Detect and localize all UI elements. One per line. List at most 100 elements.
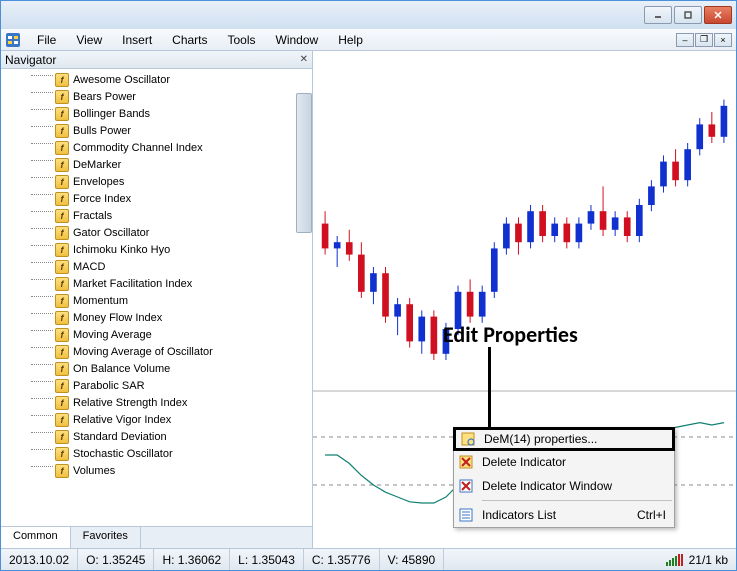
tree-item-label: Force Index bbox=[73, 193, 131, 205]
body: Navigator ✕ fAwesome OscillatorfBears Po… bbox=[1, 51, 736, 548]
status-connection: 21/1 kb bbox=[658, 549, 736, 570]
tree-item[interactable]: f Bulls Power bbox=[1, 122, 312, 139]
tree-item[interactable]: fParabolic SAR bbox=[1, 377, 312, 394]
chart-area[interactable]: Edit Properties DeM(14) properties... De… bbox=[313, 51, 736, 548]
indicator-icon: f bbox=[55, 430, 69, 444]
indicator-icon: f bbox=[55, 73, 69, 87]
tree-item-label: Fractals bbox=[73, 210, 112, 222]
indicator-icon: f bbox=[55, 294, 69, 308]
tree-item[interactable]: fCommodity Channel Index bbox=[1, 139, 312, 156]
navigator-title-text: Navigator bbox=[5, 53, 56, 67]
status-open: O: 1.35245 bbox=[78, 549, 154, 570]
indicator-icon: f bbox=[55, 175, 69, 189]
mdi-restore-button[interactable]: ❐ bbox=[695, 33, 713, 47]
tree-item[interactable]: f MACD bbox=[1, 258, 312, 275]
tree-item[interactable]: fDeMarker bbox=[1, 156, 312, 173]
navigator-close-icon[interactable]: ✕ bbox=[300, 54, 308, 65]
menu-insert[interactable]: Insert bbox=[112, 31, 162, 49]
menu-help[interactable]: Help bbox=[328, 31, 373, 49]
tree-item-label: Money Flow Index bbox=[73, 312, 162, 324]
tree-item[interactable]: fMoving Average bbox=[1, 326, 312, 343]
app-icon bbox=[3, 31, 23, 49]
indicator-icon: f bbox=[55, 141, 69, 155]
ctx-delete-indicator[interactable]: Delete Indicator bbox=[454, 450, 674, 474]
indicator-icon: f bbox=[55, 209, 69, 223]
tree-item-label: Bulls Power bbox=[73, 125, 131, 137]
indicator-icon: f bbox=[55, 362, 69, 376]
tree-item[interactable]: fOn Balance Volume bbox=[1, 360, 312, 377]
ctx-separator bbox=[482, 500, 672, 501]
context-menu: DeM(14) properties... Delete Indicator D… bbox=[453, 427, 675, 528]
ctx-delete-window-label: Delete Indicator Window bbox=[482, 479, 612, 493]
tree-item[interactable]: fVolumes bbox=[1, 462, 312, 479]
ctx-properties[interactable]: DeM(14) properties... bbox=[453, 427, 675, 451]
menu-view[interactable]: View bbox=[66, 31, 112, 49]
delete-window-icon bbox=[458, 478, 474, 494]
indicator-icon: f bbox=[55, 379, 69, 393]
tree-item[interactable]: fGator Oscillator bbox=[1, 224, 312, 241]
status-close: C: 1.35776 bbox=[304, 549, 380, 570]
tree-item[interactable]: f Momentum bbox=[1, 292, 312, 309]
tree-item[interactable]: f Envelopes bbox=[1, 173, 312, 190]
status-net: 21/1 kb bbox=[689, 553, 728, 567]
menu-file[interactable]: File bbox=[27, 31, 66, 49]
connection-bars-icon bbox=[666, 554, 683, 566]
ctx-delete-window[interactable]: Delete Indicator Window bbox=[454, 474, 674, 498]
mdi-minimize-button[interactable]: – bbox=[676, 33, 694, 47]
mdi-close-button[interactable]: × bbox=[714, 33, 732, 47]
tree-item-label: Gator Oscillator bbox=[73, 227, 149, 239]
tree-item[interactable]: fRelative Vigor Index bbox=[1, 411, 312, 428]
indicator-icon: f bbox=[55, 277, 69, 291]
indicator-icon: f bbox=[55, 243, 69, 257]
tree-item-label: Standard Deviation bbox=[73, 431, 167, 443]
indicator-icon: f bbox=[55, 464, 69, 478]
maximize-button[interactable] bbox=[674, 6, 702, 24]
tree-item-label: Moving Average bbox=[73, 329, 152, 341]
tree-item-label: Bears Power bbox=[73, 91, 136, 103]
properties-icon bbox=[460, 431, 476, 447]
tree-item[interactable]: f Standard Deviation bbox=[1, 428, 312, 445]
tree-item[interactable]: f Money Flow Index bbox=[1, 309, 312, 326]
tree-item[interactable]: fForce Index bbox=[1, 190, 312, 207]
indicator-icon: f bbox=[55, 124, 69, 138]
indicator-icon: f bbox=[55, 345, 69, 359]
menu-tools[interactable]: Tools bbox=[218, 31, 266, 49]
delete-indicator-icon bbox=[458, 454, 474, 470]
tree-item-label: Market Facilitation Index bbox=[73, 278, 192, 290]
tree-item[interactable]: f Ichimoku Kinko Hyo bbox=[1, 241, 312, 258]
tree-item[interactable]: fMoving Average of Oscillator bbox=[1, 343, 312, 360]
tree-item-label: Momentum bbox=[73, 295, 128, 307]
ctx-indicators-list[interactable]: Indicators List Ctrl+I bbox=[454, 503, 674, 527]
menubar: File View Insert Charts Tools Window Hel… bbox=[1, 29, 736, 51]
tree-item-label: MACD bbox=[73, 261, 105, 273]
menu-charts[interactable]: Charts bbox=[162, 31, 217, 49]
tree-item[interactable]: f Fractals bbox=[1, 207, 312, 224]
menu-window[interactable]: Window bbox=[266, 31, 329, 49]
indicator-icon: f bbox=[55, 413, 69, 427]
tree-item[interactable]: f Market Facilitation Index bbox=[1, 275, 312, 292]
tab-favorites[interactable]: Favorites bbox=[71, 527, 141, 548]
tree-item[interactable]: fRelative Strength Index bbox=[1, 394, 312, 411]
minimize-button[interactable] bbox=[644, 6, 672, 24]
close-button[interactable] bbox=[704, 6, 732, 24]
ctx-indicators-list-shortcut: Ctrl+I bbox=[637, 508, 666, 522]
scrollbar-thumb[interactable] bbox=[296, 93, 312, 233]
tree-item-label: Envelopes bbox=[73, 176, 124, 188]
indicator-icon: f bbox=[55, 260, 69, 274]
tree-item[interactable]: f Awesome Oscillator bbox=[1, 71, 312, 88]
indicator-icon: f bbox=[55, 447, 69, 461]
tree-item-label: Ichimoku Kinko Hyo bbox=[73, 244, 170, 256]
ctx-indicators-list-label: Indicators List bbox=[482, 508, 556, 522]
indicator-icon: f bbox=[55, 311, 69, 325]
tree-item[interactable]: fBollinger Bands bbox=[1, 105, 312, 122]
indicators-list-icon bbox=[458, 507, 474, 523]
tree-item-label: Stochastic Oscillator bbox=[73, 448, 173, 460]
tree-item[interactable]: fBears Power bbox=[1, 88, 312, 105]
navigator-tree[interactable]: fAwesome OscillatorfBears PowerfBollinge… bbox=[1, 69, 312, 526]
indicator-icon: f bbox=[55, 107, 69, 121]
tab-common[interactable]: Common bbox=[1, 527, 71, 548]
indicator-icon: f bbox=[55, 396, 69, 410]
status-low: L: 1.35043 bbox=[230, 549, 304, 570]
tree-item-label: Awesome Oscillator bbox=[73, 74, 170, 86]
tree-item[interactable]: f Stochastic Oscillator bbox=[1, 445, 312, 462]
